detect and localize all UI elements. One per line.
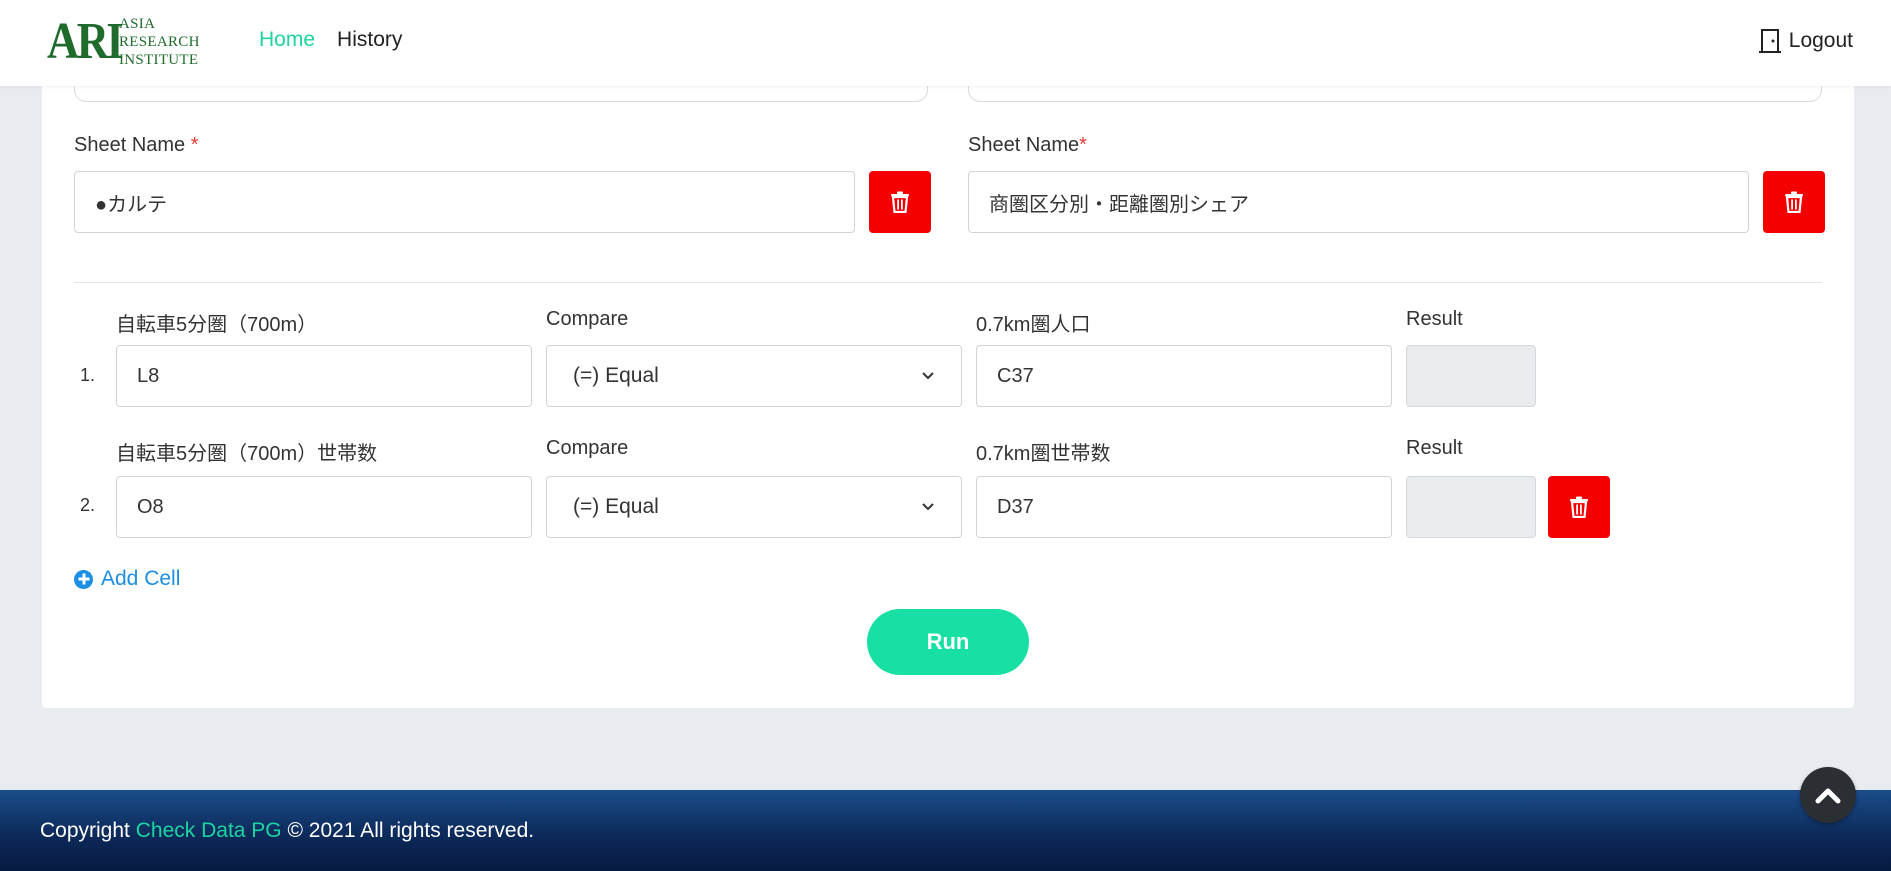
row-1-right-label: 0.7km圏人口 [976, 314, 1091, 336]
row-1-result-field [1406, 345, 1536, 407]
row-2-compare-label: Compare [546, 437, 629, 459]
divider [74, 282, 1822, 283]
logo-mark: ARI [47, 13, 124, 70]
required-mark: * [1079, 134, 1087, 156]
brand-link[interactable]: Check Data PG [136, 819, 282, 842]
sheet-name-label-left: Sheet Name * [74, 134, 199, 157]
chevron-up-icon [1815, 788, 1841, 804]
sheet-name-input-right[interactable]: 商圏区分別・距離圏別シェア [968, 171, 1749, 233]
nav-history[interactable]: History [337, 28, 402, 52]
cell-value: D37 [997, 495, 1034, 518]
row-2-result-field [1406, 476, 1536, 538]
copyright-text: Copyright Check Data PG © 2021 All right… [40, 819, 534, 843]
sheet-name-label-text: Sheet Name [74, 134, 186, 156]
sheet-name-label-text: Sheet Name [968, 134, 1080, 156]
form-card: Sheet Name * ●カルテ Sheet Name* 商圏区分別・距離圏別… [42, 0, 1854, 708]
copyright-prefix: Copyright [40, 819, 130, 842]
add-cell-link[interactable]: Add Cell [74, 567, 180, 591]
compare-value: (=) Equal [573, 364, 659, 387]
sheet-name-label-right: Sheet Name* [968, 134, 1087, 157]
row-1-number: 1. [80, 365, 96, 385]
required-mark: * [190, 134, 199, 156]
row-2-left-label: 自転車5分圏（700m）世帯数 [116, 443, 378, 465]
run-button[interactable]: Run [867, 609, 1029, 675]
chevron-down-icon [922, 372, 934, 380]
copyright-suffix: © 2021 All rights reserved. [287, 819, 535, 842]
logout-label: Logout [1788, 29, 1853, 52]
row-2-result-label: Result [1406, 437, 1463, 459]
delete-sheet-left-button[interactable] [869, 171, 931, 233]
row-2-left-cell-input[interactable]: O8 [116, 476, 532, 538]
row-2-compare-select[interactable]: (=) Equal [546, 476, 962, 538]
logo-subtitle: ASIA RESEARCH INSTITUTE [119, 15, 200, 69]
main-nav: Home History [259, 28, 402, 52]
row-2-number: 2. [80, 495, 96, 515]
trash-icon [1570, 496, 1588, 518]
row-1-left-label: 自転車5分圏（700m） [116, 314, 318, 336]
trash-icon [891, 191, 909, 213]
door-icon [1758, 29, 1781, 53]
compare-value: (=) Equal [573, 495, 659, 518]
logo-line-1: ASIA [119, 16, 156, 32]
sheet-name-value-right: 商圏区分別・距離圏別シェア [989, 193, 1249, 216]
sheet-name-value-left: ●カルテ [95, 193, 168, 216]
delete-row-2-button[interactable] [1548, 476, 1610, 538]
row-2-right-cell-input[interactable]: D37 [976, 476, 1392, 538]
row-1-compare-label: Compare [546, 308, 629, 330]
nav-home[interactable]: Home [259, 28, 315, 52]
add-cell-label: Add Cell [101, 567, 181, 590]
row-2-right-label: 0.7km圏世帯数 [976, 443, 1111, 465]
logo-line-3: INSTITUTE [119, 52, 199, 68]
row-1-compare-select[interactable]: (=) Equal [546, 345, 962, 407]
row-1-result-label: Result [1406, 308, 1463, 330]
run-label: Run [926, 629, 970, 654]
plus-circle-icon [74, 569, 93, 589]
row-1-left-cell-input[interactable]: L8 [116, 345, 532, 407]
cell-value: C37 [997, 364, 1034, 387]
cell-value: L8 [137, 364, 160, 387]
footer: Copyright Check Data PG © 2021 All right… [0, 790, 1891, 871]
delete-sheet-right-button[interactable] [1763, 171, 1825, 233]
chevron-down-icon [922, 503, 934, 511]
sheet-name-input-left[interactable]: ●カルテ [74, 171, 855, 233]
logo[interactable]: ARI ASIA RESEARCH INSTITUTE [47, 13, 200, 70]
scroll-to-top-button[interactable] [1800, 767, 1856, 823]
cell-value: O8 [137, 495, 164, 518]
row-1-right-cell-input[interactable]: C37 [976, 345, 1392, 407]
top-navbar: ARI ASIA RESEARCH INSTITUTE Home History… [0, 0, 1891, 86]
logout-button[interactable]: Logout [1758, 28, 1853, 54]
logo-line-2: RESEARCH [119, 34, 200, 50]
trash-icon [1785, 191, 1803, 213]
